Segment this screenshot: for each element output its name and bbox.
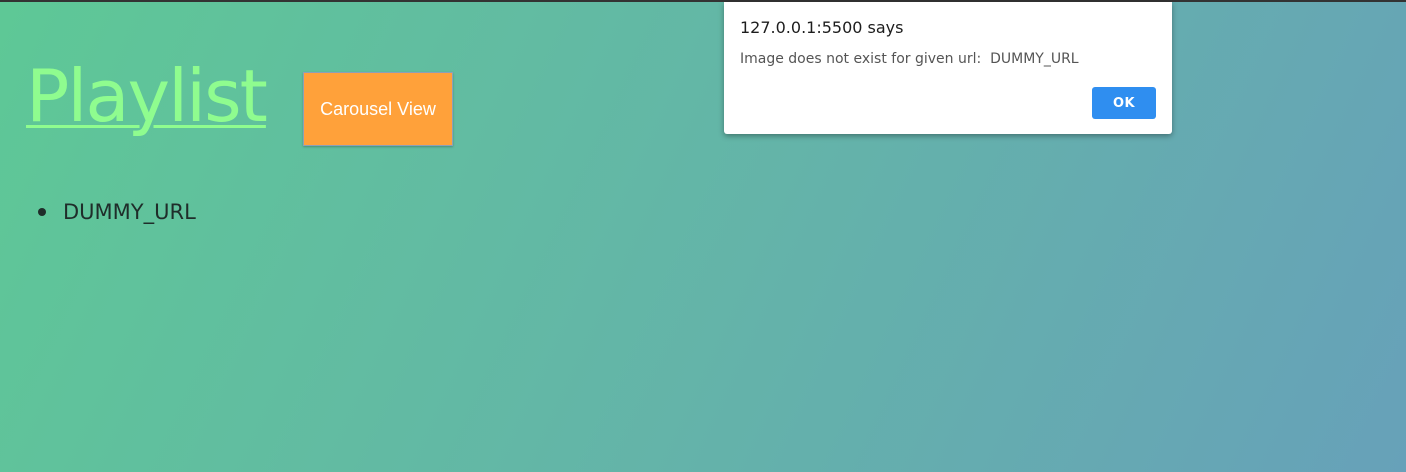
ok-button[interactable]: OK xyxy=(1092,87,1156,119)
alert-message: Image does not exist for given url: DUMM… xyxy=(740,51,1079,67)
carousel-view-button[interactable]: Carousel View xyxy=(303,72,453,146)
playlist-item-label: DUMMY_URL xyxy=(63,200,196,224)
playlist-list: DUMMY_URL xyxy=(0,198,196,226)
bullet-icon xyxy=(38,208,46,216)
list-item: DUMMY_URL xyxy=(0,198,196,226)
page-title-link[interactable]: Playlist xyxy=(26,60,268,132)
alert-origin: 127.0.0.1:5500 says xyxy=(740,18,904,37)
alert-dialog: 127.0.0.1:5500 says Image does not exist… xyxy=(724,2,1172,134)
